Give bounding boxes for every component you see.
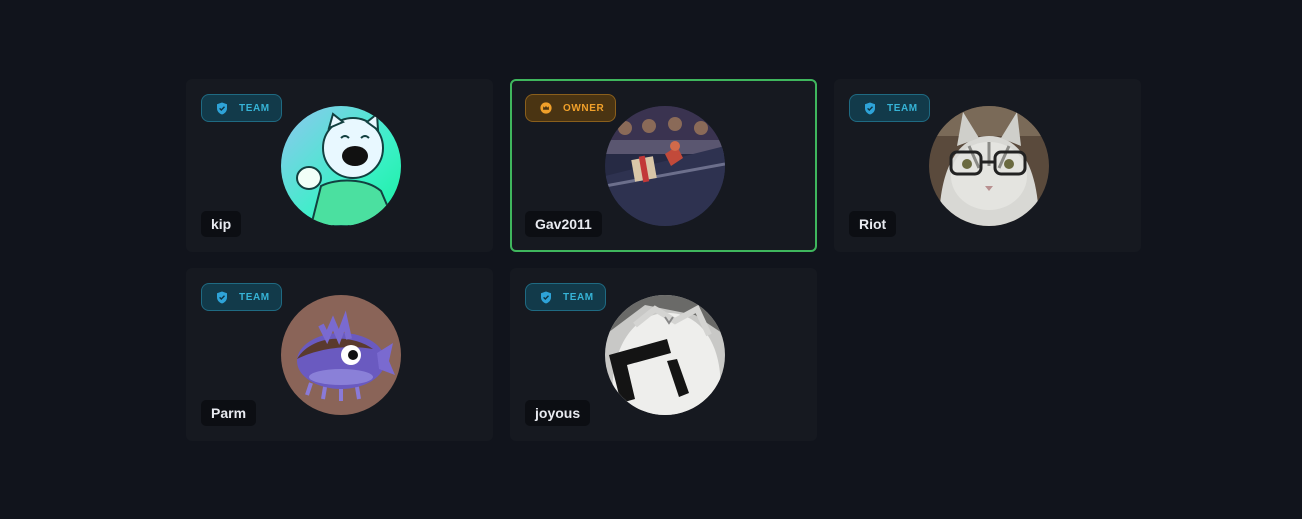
avatar — [605, 295, 725, 415]
member-name: Gav2011 — [525, 211, 602, 237]
member-name: kip — [201, 211, 242, 237]
member-card-parm[interactable]: TEAM Parm — [186, 268, 493, 441]
role-badge: TEAM — [201, 94, 282, 122]
member-card-joyous[interactable]: TEAM joyous — [510, 268, 817, 441]
role-label: TEAM — [239, 102, 270, 114]
role-label: TEAM — [563, 291, 594, 303]
member-card-kip[interactable]: TEAM kip — [186, 79, 493, 252]
crown-icon — [540, 102, 552, 114]
role-label: TEAM — [887, 102, 918, 114]
shield-icon — [540, 291, 552, 304]
shield-icon — [216, 291, 228, 304]
team-members-grid: TEAM kip OWNER Gav2011 TEAM Riot TEAM Pa… — [186, 79, 1141, 441]
member-card-gav2011[interactable]: OWNER Gav2011 — [510, 79, 817, 252]
member-name: Parm — [201, 400, 257, 426]
avatar — [929, 106, 1049, 226]
member-name: Riot — [849, 211, 897, 237]
member-card-riot[interactable]: TEAM Riot — [834, 79, 1141, 252]
avatar — [281, 295, 401, 415]
shield-icon — [864, 102, 876, 115]
avatar — [605, 106, 725, 226]
shield-icon — [216, 102, 228, 115]
role-label: OWNER — [563, 102, 605, 114]
role-label: TEAM — [239, 291, 270, 303]
member-name: joyous — [525, 400, 591, 426]
role-badge: TEAM — [849, 94, 930, 122]
avatar — [281, 106, 401, 226]
role-badge: OWNER — [525, 94, 617, 122]
role-badge: TEAM — [525, 283, 606, 311]
role-badge: TEAM — [201, 283, 282, 311]
